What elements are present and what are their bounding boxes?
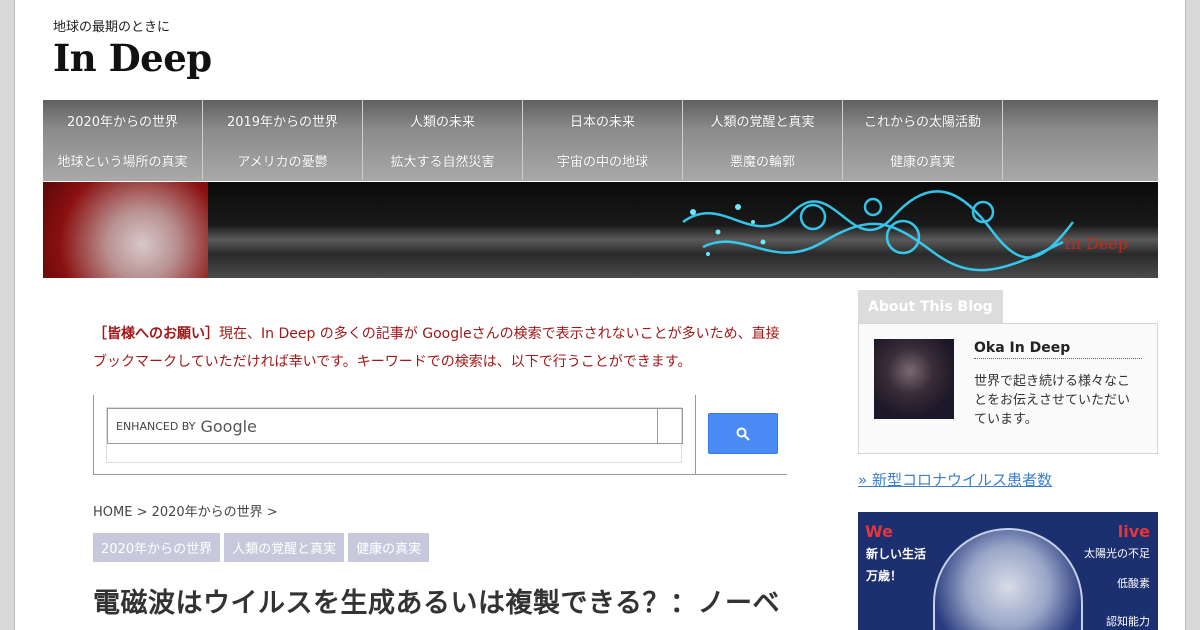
sidebar-banner-ad[interactable]: We live 新しい生活 万歳！ 太陽光の不足 低酸素 認知能力 [858,512,1158,630]
ad-text-right3: 認知能力 [1106,615,1150,628]
ad-text-live: live [1117,522,1150,541]
author-name[interactable]: Oka In Deep [974,340,1142,359]
nav-item-earth-truth[interactable]: 地球という場所の真実 [43,140,203,180]
notice-message: ［皆様へのお願い］現在、In Deep の多くの記事が Googleさんの検索で… [93,320,793,376]
nav-item-health[interactable]: 健康の真実 [843,140,1003,180]
nav-item-america[interactable]: アメリカの憂鬱 [203,140,363,180]
nav-item-devil[interactable]: 悪魔の輪郭 [683,140,843,180]
search-icon [736,427,750,441]
corona-cases-link[interactable]: » 新型コロナウイルス患者数 [858,469,1052,490]
header-banner: In Deep [43,182,1158,278]
page: 地球の最期のときに In Deep 2020年からの世界 2019年からの世界 … [14,0,1186,630]
nav-item-human-future[interactable]: 人類の未来 [363,100,523,140]
nav-item-awakening[interactable]: 人類の覚醒と真実 [683,100,843,140]
tag-2020-world[interactable]: 2020年からの世界 [93,533,221,562]
ad-text-left1: 新しい生活 [866,547,927,561]
tag-awakening[interactable]: 人類の覚醒と真実 [224,533,345,562]
site-search: ENHANCED BY Google [93,395,787,475]
notice-label: ［皆様へのお願い］ [93,326,219,342]
search-input[interactable]: ENHANCED BY Google [107,408,658,444]
nav-item-2020-world[interactable]: 2020年からの世界 [43,100,203,140]
avatar [874,339,954,419]
nav-item-cosmos-earth[interactable]: 宇宙の中の地球 [523,140,683,180]
google-wordmark: Google [200,416,257,436]
ad-text-we: We [865,522,893,541]
ad-text-right1: 太陽光の不足 [1084,547,1150,560]
site-logo[interactable]: In Deep [53,36,212,80]
banner-title: In Deep [1064,234,1128,253]
tag-health[interactable]: 健康の真実 [348,533,430,562]
search-wrapper: ENHANCED BY Google [106,407,683,463]
nav-item-2019-world[interactable]: 2019年からの世界 [203,100,363,140]
about-title: About This Blog [858,290,1003,323]
breadcrumb[interactable]: HOME > 2020年からの世界 > [93,501,278,520]
banner-art-image [43,182,208,278]
ad-text-left2: 万歳！ [866,569,903,583]
ad-text-right2: 低酸素 [1117,577,1150,590]
ad-skull-image [933,528,1083,630]
site-tagline: 地球の最期のときに [53,20,171,35]
nav-item-disasters[interactable]: 拡大する自然災害 [363,140,523,180]
search-divider [695,395,696,475]
about-box: Oka In Deep 世界で起き続ける様々なことをお伝えさせていただいています… [858,323,1158,454]
main-nav: 2020年からの世界 2019年からの世界 人類の未来 日本の未来 人類の覚醒と… [43,100,1158,181]
search-clear-area[interactable] [657,408,683,444]
search-button[interactable] [708,413,778,454]
enhanced-by-label: ENHANCED BY [116,419,196,433]
about-description: 世界で起き続ける様々なことをお伝えさせていただいています。 [974,374,1131,427]
post-title[interactable]: 電磁波はウイルスを生成あるいは複製できる？：ノーベ [93,583,793,625]
post-tags: 2020年からの世界 人類の覚醒と真実 健康の真実 [93,533,430,562]
banner-glow-pattern [682,190,1074,272]
nav-item-solar-activity[interactable]: これからの太陽活動 [843,100,1003,140]
nav-item-japan-future[interactable]: 日本の未来 [523,100,683,140]
